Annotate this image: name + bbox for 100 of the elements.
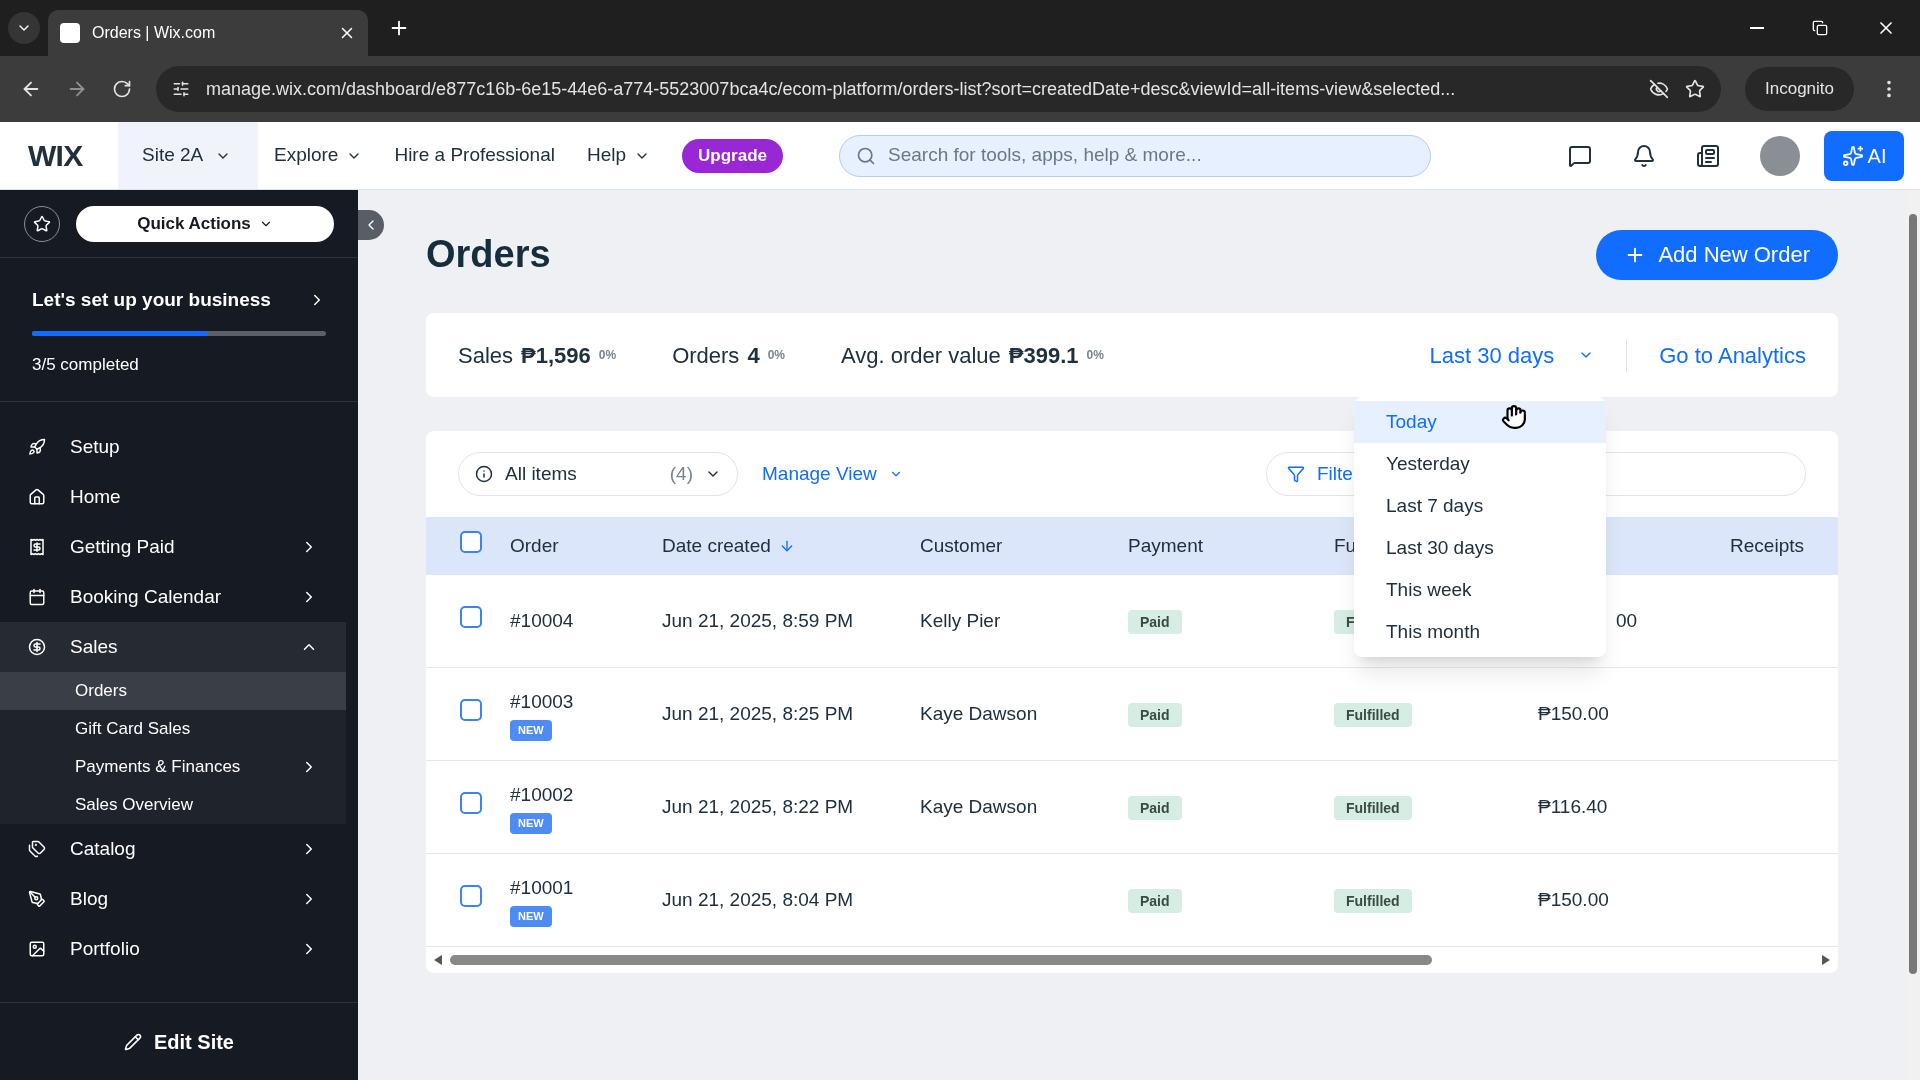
nav-link[interactable]: Explore	[274, 141, 363, 170]
news-icon[interactable]	[1696, 143, 1720, 168]
chat-icon[interactable]	[1568, 143, 1592, 168]
sidebar-subitem[interactable]: Gift Card Sales	[0, 710, 346, 748]
column-header[interactable]: Order	[510, 531, 559, 561]
table-cell: 00	[1616, 609, 1638, 631]
restore-icon[interactable]	[1812, 20, 1828, 36]
fulfillment-badge: Fulfilled	[1334, 795, 1412, 820]
page-title: Orders	[426, 232, 551, 277]
nav-link[interactable]: Help	[586, 141, 651, 170]
hand-cursor-icon	[1501, 404, 1527, 430]
collapse-button[interactable]	[358, 210, 384, 240]
progress-text: 3/5 completed	[32, 353, 140, 376]
order-number[interactable]: #10001	[510, 873, 574, 902]
page-scrollbar[interactable]	[1909, 214, 1917, 974]
scroll-left-icon[interactable]	[434, 955, 442, 965]
table-cell: ₱116.40	[1538, 795, 1608, 817]
menu-item[interactable]: Today	[1354, 401, 1606, 443]
wix-logo[interactable]: WIX	[0, 133, 118, 178]
stat-label: Sales	[458, 341, 514, 370]
sidebar-item[interactable]: Blog	[0, 874, 346, 924]
column-header[interactable]: Payment	[1128, 531, 1203, 561]
checkbox[interactable]	[460, 698, 482, 721]
setup-title[interactable]: Let's set up your business	[32, 286, 271, 315]
sidebar-item[interactable]: Setup	[0, 422, 346, 472]
sidebar-subitem[interactable]: Orders	[0, 672, 346, 710]
bell-icon[interactable]	[1632, 143, 1656, 168]
payment-badge: Paid	[1128, 609, 1182, 634]
sidebar-item[interactable]: Home	[0, 472, 346, 522]
menu-item[interactable]: This week	[1354, 569, 1606, 611]
table-cell: ₱150.00	[1538, 702, 1609, 724]
checkbox[interactable]	[460, 884, 482, 907]
manage-view-button[interactable]: Manage View	[762, 459, 903, 489]
table-cell: Kaye Dawson	[920, 702, 1038, 724]
order-number[interactable]: #10004	[510, 606, 574, 636]
sidebar-item[interactable]: Booking Calendar	[0, 572, 346, 622]
scroll-right-icon[interactable]	[1822, 955, 1830, 965]
sidebar-item[interactable]: Sales	[0, 622, 346, 672]
calendar-icon	[28, 588, 46, 606]
stat-change: 0%	[767, 347, 785, 364]
search-field[interactable]: Search for tools, apps, help & more...	[839, 134, 1431, 177]
sidebar-subitem[interactable]: Payments & Finances	[0, 748, 346, 786]
upgrade-button[interactable]: Upgrade	[682, 138, 783, 173]
rocket-icon	[28, 438, 46, 456]
stat-change: 0%	[1086, 347, 1104, 364]
browser-tab[interactable]: Orders | Wix.com	[48, 10, 368, 56]
stat-value: 4	[747, 341, 760, 370]
order-number[interactable]: #10002	[510, 780, 574, 809]
order-number[interactable]: #10003	[510, 687, 574, 716]
eye-slash-icon[interactable]	[1649, 79, 1669, 99]
quick-actions-button[interactable]: Quick Actions	[76, 205, 334, 242]
avatar[interactable]	[1760, 135, 1800, 176]
fulfillment-badge: Fulfilled	[1334, 888, 1412, 913]
column-header[interactable]: Customer	[920, 531, 1003, 561]
column-header[interactable]: Receipts	[1730, 531, 1804, 561]
stat-change: 0%	[598, 347, 617, 364]
menu-item[interactable]: Last 7 days	[1354, 485, 1606, 527]
sidebar-item[interactable]: Portfolio	[0, 924, 346, 974]
column-header[interactable]: Date created	[662, 531, 795, 561]
payment-badge: Paid	[1128, 795, 1182, 820]
receipt-icon	[28, 538, 46, 556]
tab-list-button[interactable]	[8, 12, 40, 44]
address-bar[interactable]: manage.wix.com/dashboard/e877c16b-6e15-44e6-a774-5523007bca4c/ecom-platform/orders-list?sort=createdDate+desc&viewId=all-items-view&selected...	[156, 66, 1721, 112]
edit-site-button[interactable]: Edit Site	[124, 1026, 234, 1057]
sidebar-subitem[interactable]: Sales Overview	[0, 786, 346, 824]
table-cell: Jun 21, 2025, 8:25 PM	[662, 702, 854, 724]
home-icon	[28, 488, 46, 506]
stat-label: Avg. order value	[840, 341, 1001, 370]
pencil-icon	[124, 1032, 142, 1051]
add-order-button[interactable]: Add New Order	[1596, 229, 1838, 280]
table-cell: Kaye Dawson	[920, 795, 1038, 817]
site-selector[interactable]: Site 2A	[118, 122, 258, 189]
new-badge: NEW	[510, 720, 552, 741]
sidebar-item[interactable]: Getting Paid	[0, 522, 346, 572]
sparkle-icon	[1841, 144, 1864, 167]
info-icon	[475, 465, 493, 483]
scrollbar-thumb[interactable]	[450, 955, 1433, 965]
checkbox[interactable]	[460, 530, 482, 553]
incognito-badge[interactable]: Incognito	[1745, 67, 1854, 111]
image-icon	[28, 940, 46, 958]
sidebar-item[interactable]: Catalog	[0, 824, 346, 874]
dollar-icon	[28, 638, 46, 656]
analytics-link[interactable]: Go to Analytics	[1627, 338, 1806, 372]
reload-icon[interactable]	[112, 79, 132, 99]
nav-link[interactable]: Hire a Professional	[394, 141, 555, 170]
pen-icon	[28, 890, 46, 908]
menu-item[interactable]: Yesterday	[1354, 443, 1606, 485]
stat-label: Orders	[672, 341, 740, 370]
checkbox[interactable]	[460, 791, 482, 814]
ai-button[interactable]: AI	[1824, 130, 1904, 181]
site-settings-icon[interactable]	[172, 80, 190, 98]
payment-badge: Paid	[1128, 702, 1182, 727]
new-badge: NEW	[510, 813, 552, 834]
checkbox[interactable]	[460, 605, 482, 628]
menu-item[interactable]: Last 30 days	[1354, 527, 1606, 569]
stat-value: ₱399.1	[1008, 341, 1079, 370]
table-cell: ₱150.00	[1538, 888, 1609, 910]
table-cell: Jun 21, 2025, 8:22 PM	[662, 795, 854, 817]
period-dropdown[interactable]: Last 30 days	[1429, 338, 1628, 372]
table-cell: Jun 21, 2025, 8:04 PM	[662, 888, 854, 910]
